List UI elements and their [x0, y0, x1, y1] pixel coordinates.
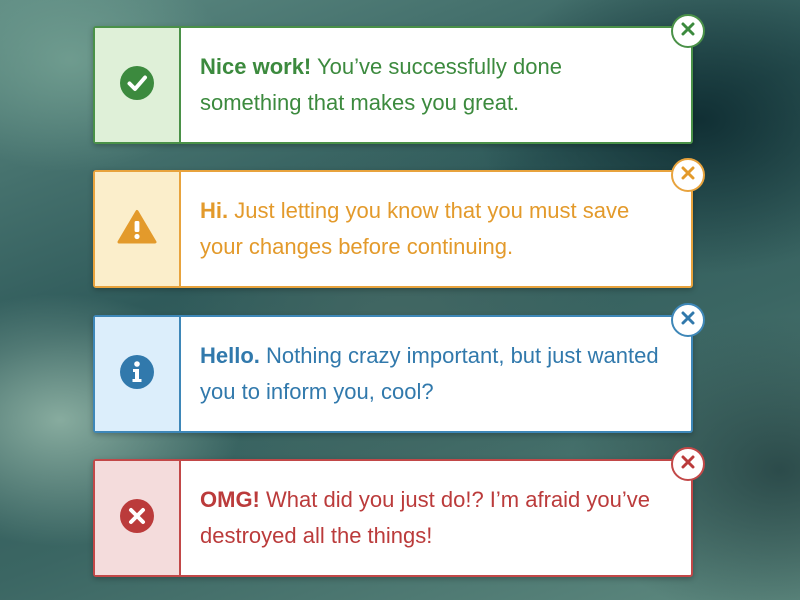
alert-warning: Hi. Just letting you know that you must … [93, 158, 705, 288]
alert-danger-close-button[interactable] [671, 447, 705, 481]
alert-success-message: Nice work! You’ve successfully done some… [200, 28, 666, 142]
alert-success: Nice work! You’ve successfully done some… [93, 14, 705, 144]
alert-danger-icon-panel [95, 461, 181, 575]
alert-info: Hello. Nothing crazy important, but just… [93, 303, 705, 433]
alert-warning-close-button[interactable] [671, 158, 705, 192]
alert-warning-title: Hi. [200, 198, 229, 223]
alert-success-title: Nice work! [200, 54, 312, 79]
alert-warning-icon-panel [95, 172, 181, 286]
info-circle-icon [119, 354, 155, 395]
alert-danger-text: What did you just do!? I’m afraid you’ve… [200, 487, 650, 548]
alert-info-close-button[interactable] [671, 303, 705, 337]
check-circle-icon [119, 65, 155, 106]
close-icon [681, 22, 695, 41]
close-icon [681, 166, 695, 185]
close-icon [681, 455, 695, 474]
alert-success-close-button[interactable] [671, 14, 705, 48]
alert-danger-message: OMG! What did you just do!? I’m afraid y… [200, 461, 666, 575]
alert-info-text: Nothing crazy important, but just wanted… [200, 343, 659, 404]
alert-info-message: Hello. Nothing crazy important, but just… [200, 317, 666, 431]
alert-info-title: Hello. [200, 343, 260, 368]
alert-warning-text: Just letting you know that you must save… [200, 198, 630, 259]
alert-success-icon-panel [95, 28, 181, 142]
alert-warning-message: Hi. Just letting you know that you must … [200, 172, 666, 286]
error-circle-icon [119, 498, 155, 539]
alert-danger-title: OMG! [200, 487, 260, 512]
warning-triangle-icon [117, 209, 157, 250]
alert-danger: OMG! What did you just do!? I’m afraid y… [93, 447, 705, 577]
alert-info-icon-panel [95, 317, 181, 431]
close-icon [681, 311, 695, 330]
